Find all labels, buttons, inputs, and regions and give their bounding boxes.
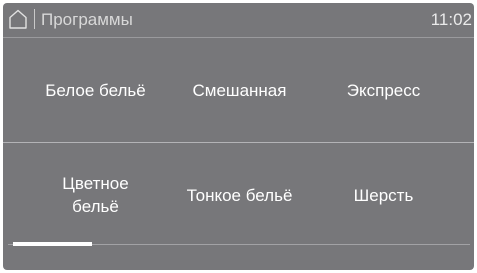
program-tile-delicates[interactable]: Тонкое бельё: [161, 143, 318, 247]
program-label: Смешанная: [192, 80, 287, 100]
program-tile-express[interactable]: Экспресс: [305, 38, 462, 142]
program-label: Экспресс: [346, 80, 421, 100]
scroll-indicator[interactable]: [13, 242, 92, 246]
home-icon-graphic: [9, 9, 27, 29]
program-row-1: Белое бельё Смешанная Экспресс: [3, 38, 474, 142]
header-separator: [34, 9, 35, 29]
program-tile-colored-laundry[interactable]: Цветное бельё: [17, 143, 174, 247]
program-tile-white-laundry[interactable]: Белое бельё: [17, 38, 174, 142]
header-bar: Программы 11:02: [3, 3, 474, 36]
page-title: Программы: [41, 10, 133, 29]
program-tile-wool[interactable]: Шерсть: [305, 143, 462, 247]
program-row-2: Цветное бельё Тонкое бельё Шерсть: [3, 143, 474, 247]
program-label: Цветное бельё: [62, 174, 129, 216]
clock: 11:02: [430, 10, 472, 29]
program-grid: Белое бельё Смешанная Экспресс Цветное б…: [3, 38, 474, 248]
program-tile-mixed[interactable]: Смешанная: [161, 38, 318, 142]
home-icon[interactable]: [8, 9, 28, 29]
program-label: Белое бельё: [45, 80, 146, 100]
program-selection-screen: Программы 11:02 Белое бельё Смешанная Эк…: [3, 3, 474, 270]
program-label: Шерсть: [353, 185, 414, 205]
program-label: Тонкое бельё: [186, 185, 293, 205]
